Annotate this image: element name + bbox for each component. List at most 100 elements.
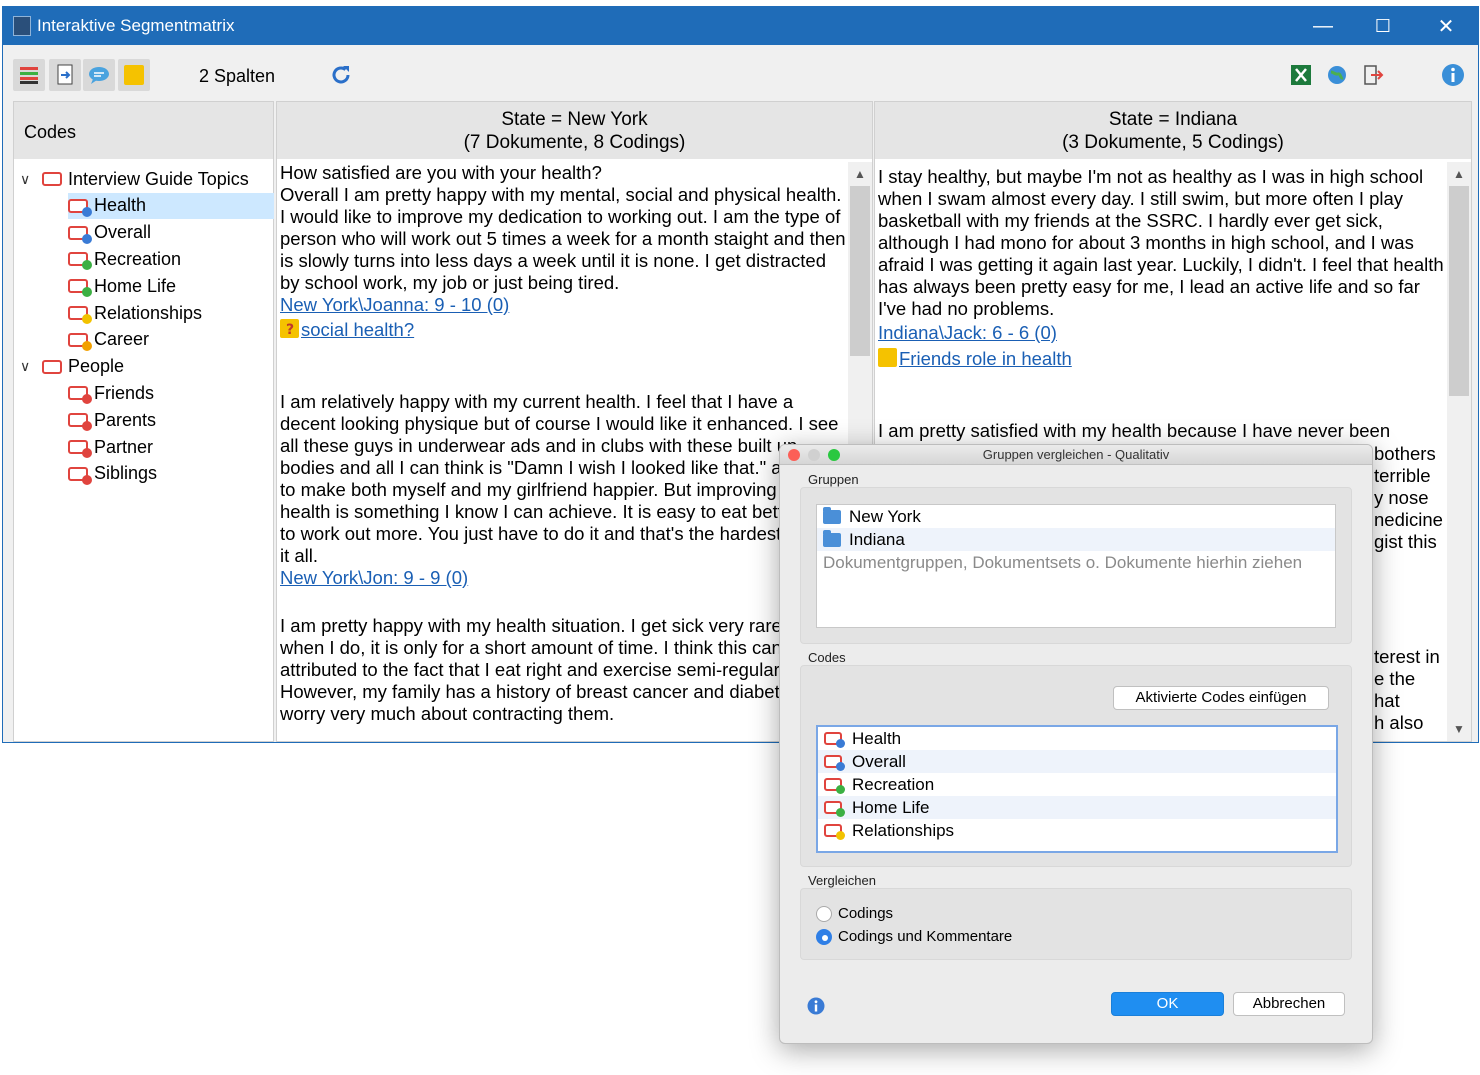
info-button[interactable] [1437,59,1469,91]
group-item[interactable]: New York [817,505,1335,528]
toolbar: 2 Spalten [3,45,1478,99]
memo-icon [124,65,144,85]
scroll-thumb[interactable] [850,186,870,356]
code-icon [68,413,92,432]
code-tree-item[interactable]: Career [68,327,149,353]
scroll-up-icon[interactable]: ▲ [1447,162,1471,186]
insert-activated-codes-button[interactable]: Aktivierte Codes einfügen [1113,686,1329,710]
scroll-down-icon[interactable]: ▼ [1447,717,1471,741]
code-tree-item[interactable]: Friends [68,380,154,406]
segment-link[interactable]: New York\Joanna: 9 - 10 (0) [280,294,509,315]
codings-and-comments-radio[interactable]: Codings und Kommentare [816,928,1012,945]
code-tree-item[interactable]: ∨ People [20,354,124,380]
segment-text: I am pretty satisfied with my health bec… [878,420,1391,441]
dialog-title-bar[interactable]: Gruppen vergleichen - Qualitativ [780,445,1372,465]
segment-link[interactable]: Indiana\Jack: 6 - 6 (0) [878,322,1057,343]
code-icon [824,824,845,840]
colored-lines-icon [20,67,38,84]
ok-button[interactable]: OK [1111,992,1224,1016]
dialog-code-item[interactable]: Relationships [818,819,1336,842]
maximize-button[interactable]: ☐ [1353,7,1413,45]
export-document-icon [57,64,73,85]
code-icon [68,386,92,405]
dialog-code-item[interactable]: Overall [818,750,1336,773]
code-tree-item[interactable]: Siblings [68,461,157,487]
memo-link[interactable]: Friends role in health [899,348,1072,369]
vertical-scrollbar[interactable]: ▲ ▼ [1447,162,1471,741]
title-bar[interactable]: Interaktive Segmentmatrix — ☐ ✕ [3,7,1478,45]
web-export-button[interactable] [1321,59,1353,91]
column-title: State = Indiana [1108,109,1238,130]
codings-radio[interactable]: Codings [816,905,893,922]
chevron-down-icon[interactable]: ∨ [20,358,34,375]
radio-off-icon[interactable] [816,905,832,922]
code-tree-item[interactable]: Parents [68,407,156,433]
group-item[interactable]: Indiana [817,528,1335,551]
exit-button[interactable] [1357,59,1389,91]
code-icon [824,755,845,771]
segment-text: I am pretty happy with my health situati… [280,615,835,724]
code-label: Interview Guide Topics [68,168,249,189]
groups-list[interactable]: New York Indiana Dokumentgruppen, Dokume… [816,504,1336,628]
code-label: Health [94,195,147,216]
exit-icon [1364,65,1384,85]
chevron-down-icon[interactable]: ∨ [20,171,34,188]
question-text: How satisfied are you with your health? [280,162,602,183]
code-label: Relationships [94,302,203,323]
dialog-title: Gruppen vergleichen - Qualitativ [982,447,1170,462]
export-document-button[interactable] [49,59,81,91]
scroll-up-icon[interactable]: ▲ [848,162,872,186]
memo-link[interactable]: social health? [301,319,414,340]
code-tree-item[interactable]: Partner [68,434,153,460]
minimize-button[interactable]: — [1293,7,1353,45]
codes-list[interactable]: Health Overall Recreation Home Life Relation… [816,725,1338,853]
segment-link[interactable]: New York\Jon: 9 - 9 (0) [280,567,468,588]
dialog-code-item[interactable]: Home Life [818,796,1336,819]
code-label: Recreation [94,248,182,269]
excel-export-button[interactable] [1285,59,1317,91]
codes-panel: Codes ∨ Interview Guide Topics Health Overa… [13,101,274,742]
zoom-dot-icon[interactable] [828,449,840,461]
minimize-dot-icon[interactable] [808,449,820,461]
window-title: Interaktive Segmentmatrix [37,16,235,35]
code-tree-item[interactable]: Relationships [68,300,202,326]
app-icon [13,16,31,36]
code-tree-item[interactable]: ∨ Interview Guide Topics [20,166,249,192]
code-tree-item[interactable]: Home Life [68,273,176,299]
scroll-thumb[interactable] [1449,186,1469,396]
code-icon [68,440,92,458]
folder-icon [823,529,841,547]
code-tree-item[interactable]: Health [68,192,274,219]
question-memo-icon: ? [280,319,299,338]
columns-label: 2 Spalten [199,66,276,86]
cancel-button[interactable]: Abbrechen [1233,992,1345,1016]
segment-text: I am relatively happy with my current he… [280,391,842,566]
dialog-info-button[interactable] [807,997,825,1020]
column-count: (7 Dokumente, 8 Codings) [463,132,686,153]
code-tree-item[interactable]: Recreation [68,246,181,272]
code-icon [68,198,92,217]
segment-text: Overall I am pretty happy with my mental… [280,184,846,293]
text-fragment: h also [1374,712,1424,733]
code-list-button[interactable] [13,59,45,91]
text-fragment: hat [1374,690,1400,711]
dialog-code-item[interactable]: Health [818,727,1336,750]
close-button[interactable]: ✕ [1416,7,1476,45]
code-icon [42,359,62,374]
excel-icon [1291,65,1311,85]
code-label: People [68,356,125,377]
memo-button[interactable] [118,59,150,91]
close-dot-icon[interactable] [788,449,800,461]
codes-header: Codes [14,102,273,159]
text-fragment: y nose [1374,487,1429,508]
column-count: (3 Dokumente, 5 Codings) [1062,132,1284,153]
radio-on-icon[interactable] [816,928,832,945]
code-icon [68,306,92,324]
code-icon [42,172,62,186]
dialog-code-item[interactable]: Recreation [818,773,1336,796]
text-fragment: terest in [1374,646,1440,667]
code-tree-item[interactable]: Overall [68,220,151,246]
comment-button[interactable] [83,59,115,91]
code-label: Home Life [94,275,177,296]
refresh-button[interactable] [325,59,357,91]
